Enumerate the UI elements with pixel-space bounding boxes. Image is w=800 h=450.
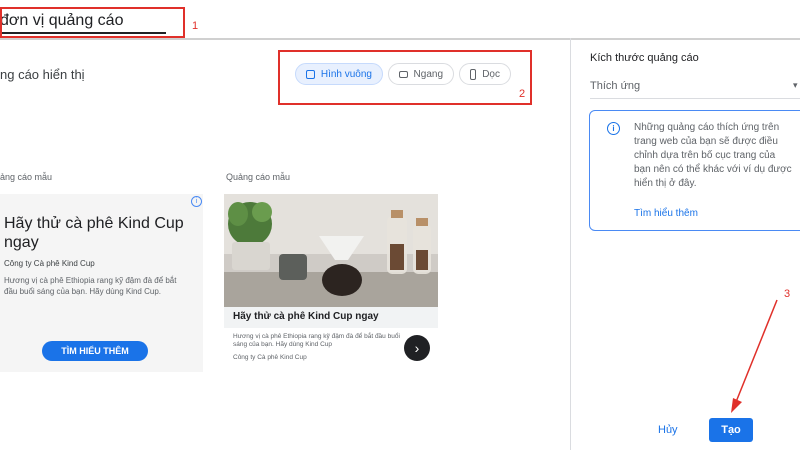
ad-company: Công ty Cà phê Kind Cup xyxy=(4,259,95,268)
create-button[interactable]: Tạo xyxy=(709,418,753,442)
cancel-button[interactable]: Hủy xyxy=(658,424,678,436)
annotation-number-2: 2 xyxy=(519,88,526,100)
info-text: Những quảng cáo thích ứng trên trang web… xyxy=(634,122,792,189)
chevron-right-icon[interactable]: › xyxy=(404,335,430,361)
chevron-down-icon[interactable]: ▾ xyxy=(793,80,798,91)
sample-ad-label: Quảng cáo mẫu xyxy=(226,172,291,182)
select-underline xyxy=(590,98,800,99)
learn-more-link[interactable]: Tìm hiểu thêm xyxy=(634,208,698,219)
annotation-box-1 xyxy=(0,7,185,38)
coffee-image xyxy=(224,194,438,307)
ad-headline: Hãy thử cà phê Kind Cup ngay xyxy=(4,215,184,251)
ad-company: Công ty Cà phê Kind Cup xyxy=(233,354,307,361)
annotation-number-1: 1 xyxy=(192,20,199,32)
panel-divider xyxy=(570,38,571,450)
section-title: ng cáo hiển thị xyxy=(0,67,85,82)
ad-size-select[interactable]: Thích ứng xyxy=(590,80,640,92)
info-icon: i xyxy=(607,122,620,135)
info-icon[interactable]: i xyxy=(191,196,202,207)
ad-description: Hương vị cà phê Ethiopia rang kỹ đậm đà … xyxy=(4,276,177,296)
annotation-box-2 xyxy=(278,50,532,105)
sample-ad-label: ảng cáo mẫu xyxy=(0,172,53,182)
annotation-number-3: 3 xyxy=(784,288,791,300)
ad-size-title: Kích thước quảng cáo xyxy=(590,52,699,64)
learn-more-button[interactable]: TÌM HIỂU THÊM xyxy=(42,341,148,361)
ad-description: Hương vị cà phê Ethiopia rang kỹ đậm đà … xyxy=(233,333,400,348)
ad-headline: Hãy thử cà phê Kind Cup ngay xyxy=(233,311,379,322)
